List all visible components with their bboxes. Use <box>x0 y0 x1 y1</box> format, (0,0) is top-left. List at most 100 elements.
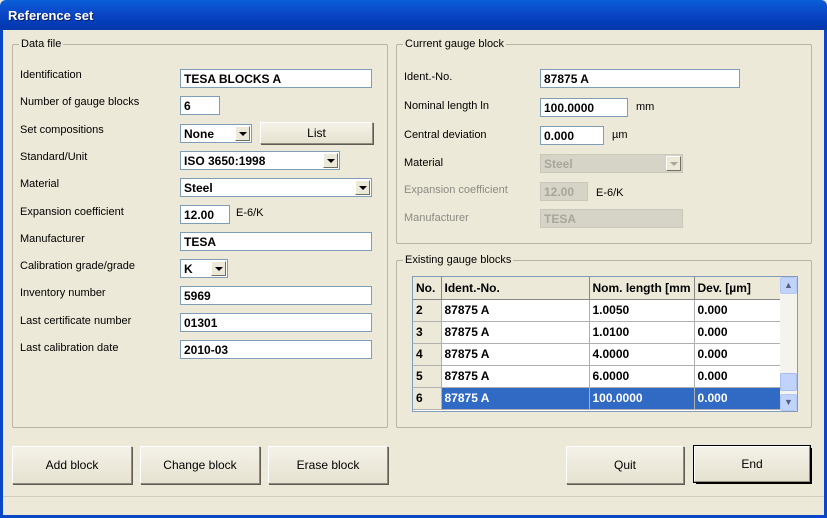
row-ident: 87875 A <box>441 365 590 388</box>
add-block-button[interactable]: Add block <box>12 446 132 484</box>
gauge-blocks-grid[interactable]: No. Ident.-No. Nom. length [mm Dev. [µm]… <box>412 276 798 412</box>
change-block-label: Change block <box>163 458 237 472</box>
set-compositions-value: None <box>184 127 214 141</box>
chevron-down-icon[interactable] <box>211 261 226 276</box>
standard-unit-combo[interactable]: ISO 3650:1998 <box>180 151 340 170</box>
identification-field[interactable]: TESA BLOCKS A <box>180 69 372 88</box>
table-header-row: No. Ident.-No. Nom. length [mm Dev. [µm] <box>413 277 786 300</box>
last-calibration-field[interactable]: 2010-03 <box>180 340 372 359</box>
central-dev-field[interactable]: 0.000 <box>540 126 604 145</box>
row-no: 2 <box>413 299 442 322</box>
nominal-field[interactable]: 100.0000 <box>540 98 628 117</box>
row-dev: 0.000 <box>694 365 786 388</box>
list-button[interactable]: List <box>260 122 373 144</box>
current-expansion-field: 12.00 <box>540 182 588 201</box>
row-length: 100.0000 <box>589 387 695 410</box>
col-no[interactable]: No. <box>413 277 442 300</box>
inventory-label: Inventory number <box>20 287 106 299</box>
chevron-down-icon[interactable] <box>355 180 370 195</box>
nominal-label: Nominal length ln <box>404 100 489 112</box>
row-dev: 0.000 <box>694 299 786 322</box>
table-row-selected[interactable]: 6 87875 A 100.0000 0.000 <box>413 387 786 410</box>
chevron-down-icon <box>666 156 681 171</box>
row-no: 4 <box>413 343 442 366</box>
identification-label: Identification <box>20 69 82 81</box>
number-blocks-label: Number of gauge blocks <box>20 96 140 108</box>
quit-button[interactable]: Quit <box>566 446 684 484</box>
existing-blocks-title: Existing gauge blocks <box>403 254 514 266</box>
row-ident: 87875 A <box>441 299 590 322</box>
calibration-grade-combo[interactable]: K <box>180 259 228 278</box>
current-material-label: Material <box>404 157 444 169</box>
material-label: Material <box>20 178 60 190</box>
col-ident[interactable]: Ident.-No. <box>441 277 590 300</box>
manufacturer-label: Manufacturer <box>20 233 85 245</box>
row-ident: 87875 A <box>441 321 590 344</box>
current-manufacturer-label: Manufacturer <box>404 212 469 224</box>
end-label: End <box>741 457 763 471</box>
material-combo[interactable]: Steel <box>180 178 372 197</box>
last-certificate-label: Last certificate number <box>20 315 132 327</box>
inventory-field[interactable]: 5969 <box>180 286 372 305</box>
add-block-label: Add block <box>45 458 99 472</box>
scroll-up-button[interactable]: ▲ <box>780 277 797 294</box>
calibration-grade-value: K <box>184 262 193 276</box>
status-bar <box>3 496 824 515</box>
current-ident-label: Ident.-No. <box>404 71 453 83</box>
row-ident: 87875 A <box>441 343 590 366</box>
table-row[interactable]: 3 87875 A 1.0100 0.000 <box>413 321 786 344</box>
row-dev: 0.000 <box>694 321 786 344</box>
chevron-down-icon[interactable] <box>323 153 338 168</box>
expansion-unit: E-6/K <box>236 207 264 219</box>
last-certificate-field[interactable]: 01301 <box>180 313 372 332</box>
col-dev[interactable]: Dev. [µm] <box>694 277 786 300</box>
change-block-button[interactable]: Change block <box>140 446 260 484</box>
central-dev-unit: µm <box>612 129 628 141</box>
current-expansion-unit: E-6/K <box>596 187 624 199</box>
row-no: 3 <box>413 321 442 344</box>
list-button-label: List <box>307 126 326 140</box>
chevron-up-icon: ▲ <box>784 280 793 290</box>
chevron-down-icon: ▼ <box>784 397 793 407</box>
manufacturer-field[interactable]: TESA <box>180 232 372 251</box>
table-row[interactable]: 5 87875 A 6.0000 0.000 <box>413 365 786 388</box>
current-manufacturer-field: TESA <box>540 209 683 228</box>
end-button[interactable]: End <box>694 446 810 482</box>
set-compositions-combo[interactable]: None <box>180 124 252 143</box>
standard-unit-label: Standard/Unit <box>20 151 88 163</box>
calibration-grade-label: Calibration grade/grade <box>20 260 135 272</box>
row-length: 6.0000 <box>589 365 695 388</box>
table-row[interactable]: 4 87875 A 4.0000 0.000 <box>413 343 786 366</box>
row-no: 6 <box>413 387 442 410</box>
table-row[interactable]: 2 87875 A 1.0050 0.000 <box>413 299 786 322</box>
current-material-value: Steel <box>544 157 573 171</box>
col-length[interactable]: Nom. length [mm <box>589 277 695 300</box>
row-dev: 0.000 <box>694 387 786 410</box>
vertical-scrollbar[interactable]: ▲ ▼ <box>780 277 797 411</box>
row-dev: 0.000 <box>694 343 786 366</box>
expansion-label: Expansion coefficient <box>20 206 124 218</box>
row-length: 1.0050 <box>589 299 695 322</box>
standard-unit-value: ISO 3650:1998 <box>184 154 266 168</box>
erase-block-button[interactable]: Erase block <box>268 446 388 484</box>
window-title: Reference set <box>8 8 94 23</box>
central-dev-label: Central deviation <box>404 129 487 141</box>
current-expansion-label: Expansion coefficient <box>404 184 508 196</box>
row-length: 1.0100 <box>589 321 695 344</box>
title-bar[interactable]: Reference set <box>0 0 827 30</box>
scroll-thumb[interactable] <box>780 373 797 391</box>
expansion-field[interactable]: 12.00 <box>180 205 230 224</box>
current-material-combo: Steel <box>540 154 683 173</box>
row-ident: 87875 A <box>441 387 590 410</box>
current-block-title: Current gauge block <box>403 38 507 50</box>
material-value: Steel <box>184 181 213 195</box>
nominal-unit: mm <box>636 101 655 113</box>
row-no: 5 <box>413 365 442 388</box>
chevron-down-icon[interactable] <box>235 126 250 141</box>
number-blocks-field[interactable]: 6 <box>180 96 220 115</box>
gauge-blocks-table: No. Ident.-No. Nom. length [mm Dev. [µm]… <box>413 277 786 410</box>
scroll-down-button[interactable]: ▼ <box>780 394 797 411</box>
data-file-title: Data file <box>19 38 64 50</box>
last-calibration-label: Last calibration date <box>20 342 119 354</box>
current-ident-field[interactable]: 87875 A <box>540 69 740 88</box>
